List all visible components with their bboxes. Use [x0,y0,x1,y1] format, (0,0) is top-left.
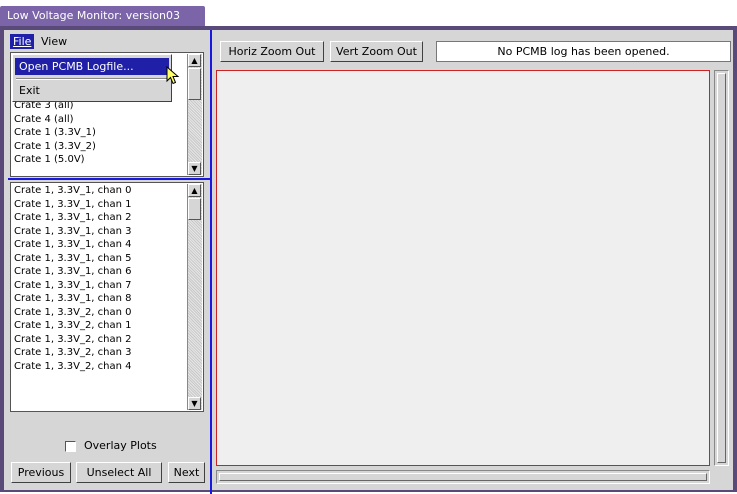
mouse-cursor-icon [166,66,180,85]
horiz-zoom-out-button[interactable]: Horiz Zoom Out [220,41,324,62]
menu-separator [16,78,168,80]
previous-button[interactable]: Previous [11,462,71,483]
scroll-down-arrow-icon[interactable]: ▼ [188,397,201,410]
crate-list-item[interactable]: Crate 1 (5.0V) [11,153,203,167]
plot-vertical-scrollbar[interactable] [714,70,729,466]
channel-list-item[interactable]: Crate 1, 3.3V_1, chan 3 [11,225,203,239]
unselect-all-button[interactable]: Unselect All [76,462,162,483]
crate-list-item[interactable]: Crate 1 (3.3V_2) [11,140,203,154]
crate-list-item[interactable]: Crate 4 (all) [11,113,203,127]
channel-list-item[interactable]: Crate 1, 3.3V_2, chan 0 [11,306,203,320]
scroll-thumb[interactable] [188,68,201,100]
plot-area[interactable] [216,70,710,466]
scroll-thumb[interactable] [188,198,201,220]
pane-divider [210,30,212,494]
channel-list-item[interactable]: Crate 1, 3.3V_1, chan 2 [11,211,203,225]
menu-view[interactable]: View [38,34,70,49]
window-body: File View Crate 3 (all) Crate 4 (all) Crat… [4,30,733,494]
channel-list-item[interactable]: Crate 1, 3.3V_1, chan 5 [11,252,203,266]
scroll-up-arrow-icon[interactable]: ▲ [188,54,201,67]
status-field: No PCMB log has been opened. [436,41,731,62]
next-button[interactable]: Next [168,462,205,483]
scroll-up-arrow-icon[interactable]: ▲ [188,184,201,197]
main-window: File View Crate 3 (all) Crate 4 (all) Crat… [0,26,737,494]
channel-list-item[interactable]: Crate 1, 3.3V_1, chan 7 [11,279,203,293]
channel-list-item[interactable]: Crate 1, 3.3V_2, chan 1 [11,319,203,333]
channel-list-item[interactable]: Crate 1, 3.3V_2, chan 3 [11,346,203,360]
channel-list-item[interactable]: Crate 1, 3.3V_1, chan 6 [11,265,203,279]
menu-item-exit[interactable]: Exit [15,82,169,99]
file-menu-dropdown: Open PCMB Logfile... Exit [12,54,172,102]
channel-list-item[interactable]: Crate 1, 3.3V_1, chan 0 [11,184,203,198]
list-divider [8,178,210,180]
crate-list-scrollbar[interactable]: ▲ ▼ [187,54,202,175]
scroll-thumb[interactable] [717,73,726,463]
window-title: Low Voltage Monitor: version03 [0,6,205,26]
scroll-down-arrow-icon[interactable]: ▼ [188,162,201,175]
overlay-plots-label: Overlay Plots [84,439,157,452]
scroll-thumb[interactable] [219,473,707,481]
channel-list-item[interactable]: Crate 1, 3.3V_2, chan 4 [11,360,203,374]
crate-list-item[interactable]: Crate 1 (3.3V_1) [11,126,203,140]
channel-list[interactable]: Crate 1, 3.3V_1, chan 0 Crate 1, 3.3V_1, … [10,182,204,412]
channel-list-scrollbar[interactable]: ▲ ▼ [187,184,202,410]
channel-list-item[interactable]: Crate 1, 3.3V_1, chan 1 [11,198,203,212]
plot-horizontal-scrollbar[interactable] [216,470,710,484]
overlay-plots-checkbox[interactable] [65,441,76,452]
channel-list-item[interactable]: Crate 1, 3.3V_1, chan 4 [11,238,203,252]
vert-zoom-out-button[interactable]: Vert Zoom Out [330,41,423,62]
menu-item-open-pcmb-logfile[interactable]: Open PCMB Logfile... [15,58,169,75]
channel-list-item[interactable]: Crate 1, 3.3V_1, chan 8 [11,292,203,306]
menu-file[interactable]: File [10,34,35,49]
channel-list-item[interactable]: Crate 1, 3.3V_2, chan 2 [11,333,203,347]
